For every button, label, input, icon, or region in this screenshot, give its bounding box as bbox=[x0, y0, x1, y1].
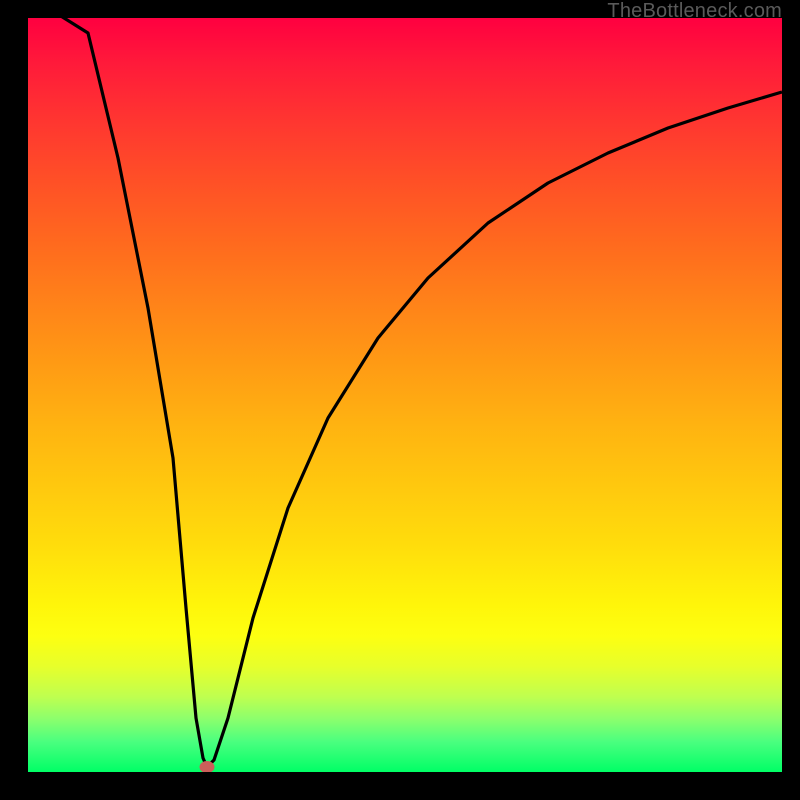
watermark-text: TheBottleneck.com bbox=[607, 0, 782, 23]
gradient-plot-background bbox=[28, 18, 782, 772]
chart-container: TheBottleneck.com bbox=[0, 0, 800, 800]
